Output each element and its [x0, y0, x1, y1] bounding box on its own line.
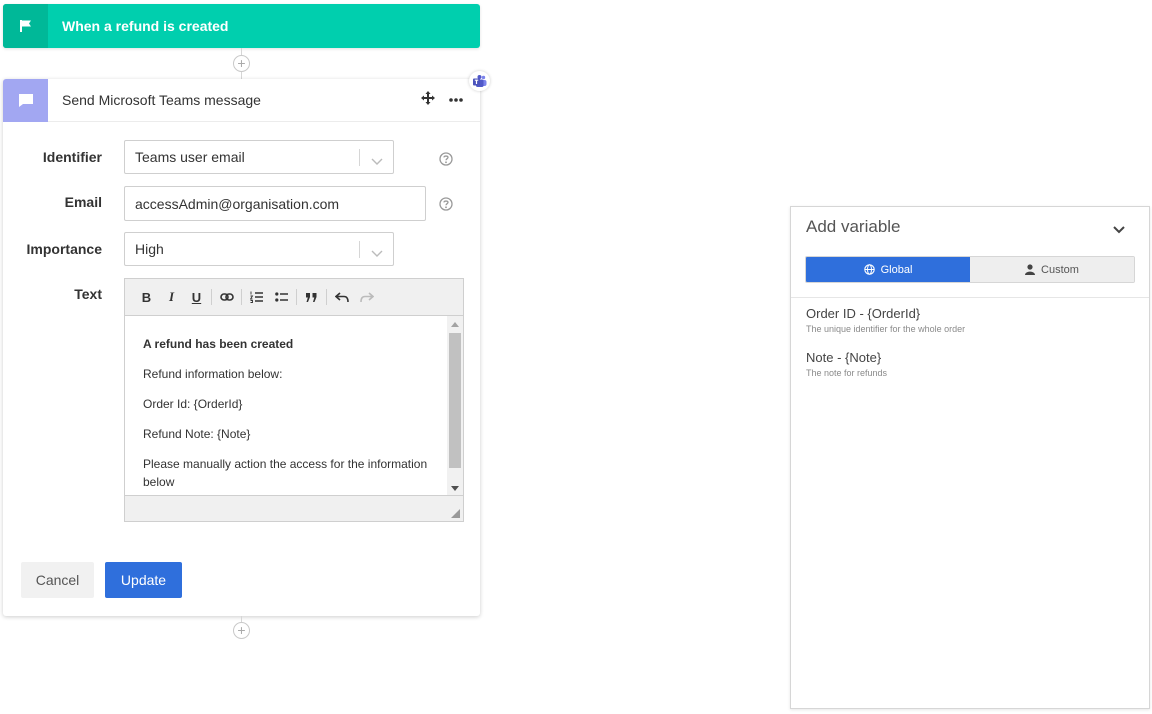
divider: [791, 297, 1149, 298]
variable-description: The note for refunds: [806, 368, 888, 378]
identifier-value: Teams user email: [135, 149, 245, 165]
toolbar-divider: [241, 289, 242, 305]
editor-scrollbar[interactable]: [447, 316, 463, 497]
editor-line: Refund information below:: [143, 367, 283, 381]
resize-handle-icon[interactable]: [451, 509, 460, 518]
variable-item[interactable]: Order ID - {OrderId} The unique identifi…: [806, 306, 965, 334]
help-icon[interactable]: [439, 152, 453, 166]
tab-label: Global: [880, 263, 913, 276]
ordered-list-icon[interactable]: [244, 287, 269, 307]
editor-line: Order Id: {OrderId}: [143, 397, 243, 411]
panel-title: Add variable: [806, 217, 901, 236]
trigger-step[interactable]: When a refund is created: [3, 4, 480, 48]
chevron-down-icon[interactable]: [1113, 221, 1125, 239]
chevron-down-icon[interactable]: [371, 153, 383, 169]
importance-value: High: [135, 241, 164, 257]
blockquote-icon[interactable]: [299, 287, 324, 307]
toolbar-divider: [296, 289, 297, 305]
card-title: Send Microsoft Teams message: [62, 92, 261, 108]
chevron-down-icon[interactable]: [371, 245, 383, 261]
add-step-icon[interactable]: +: [233, 55, 250, 72]
editor-toolbar: B I U: [125, 279, 463, 316]
importance-select[interactable]: High: [124, 232, 394, 266]
variable-name: Note - {Note}: [806, 350, 882, 365]
underline-button[interactable]: U: [184, 287, 209, 307]
scrollbar-thumb[interactable]: [449, 333, 461, 468]
more-horizontal-icon[interactable]: [449, 92, 463, 104]
tab-global[interactable]: Global: [806, 257, 970, 282]
rich-text-editor[interactable]: B I U A refund has been created Refund i…: [124, 278, 464, 522]
email-label: Email: [64, 194, 102, 210]
bold-button[interactable]: B: [134, 287, 159, 307]
editor-content[interactable]: A refund has been created Refund informa…: [125, 316, 449, 497]
trigger-title: When a refund is created: [62, 18, 229, 34]
editor-line: Please manually action the access for th…: [143, 457, 428, 489]
toolbar-divider: [326, 289, 327, 305]
update-button[interactable]: Update: [105, 562, 182, 598]
variable-name: Order ID - {OrderId}: [806, 306, 921, 321]
variable-item[interactable]: Note - {Note} The note for refunds: [806, 350, 887, 378]
undo-icon[interactable]: [329, 287, 354, 307]
importance-label: Importance: [26, 241, 102, 257]
variable-scope-toggle: Global Custom: [805, 256, 1135, 283]
variable-description: The unique identifier for the whole orde…: [806, 324, 966, 334]
email-value: accessAdmin@organisation.com: [135, 195, 340, 212]
scroll-down-icon[interactable]: [451, 486, 459, 491]
scroll-up-icon[interactable]: [451, 322, 459, 327]
cancel-button[interactable]: Cancel: [21, 562, 94, 598]
user-icon: [1025, 264, 1036, 275]
card-header: Send Microsoft Teams message: [3, 78, 480, 122]
email-field[interactable]: accessAdmin@organisation.com: [124, 186, 426, 221]
identifier-select[interactable]: Teams user email: [124, 140, 394, 174]
add-step-icon[interactable]: +: [233, 622, 250, 639]
flag-icon: [3, 4, 48, 48]
redo-icon[interactable]: [354, 287, 379, 307]
link-icon[interactable]: [214, 287, 239, 307]
add-variable-panel: Add variable Global Custom Order ID - {O…: [790, 206, 1150, 709]
bullet-list-icon[interactable]: [269, 287, 294, 307]
select-divider: [359, 149, 360, 166]
tab-label: Custom: [1041, 263, 1079, 276]
editor-line: Refund Note: {Note}: [143, 427, 251, 441]
toolbar-divider: [211, 289, 212, 305]
chat-bubble-icon: [3, 78, 48, 122]
move-icon[interactable]: [421, 91, 435, 110]
editor-line: A refund has been created: [143, 337, 294, 351]
select-divider: [359, 241, 360, 258]
editor-statusbar: [125, 495, 463, 521]
tab-custom[interactable]: Custom: [970, 257, 1134, 282]
globe-icon: [863, 264, 875, 275]
identifier-label: Identifier: [42, 149, 102, 165]
text-label: Text: [74, 286, 102, 302]
help-icon[interactable]: [439, 197, 453, 211]
teams-icon: [469, 71, 490, 91]
italic-button[interactable]: I: [159, 287, 184, 307]
